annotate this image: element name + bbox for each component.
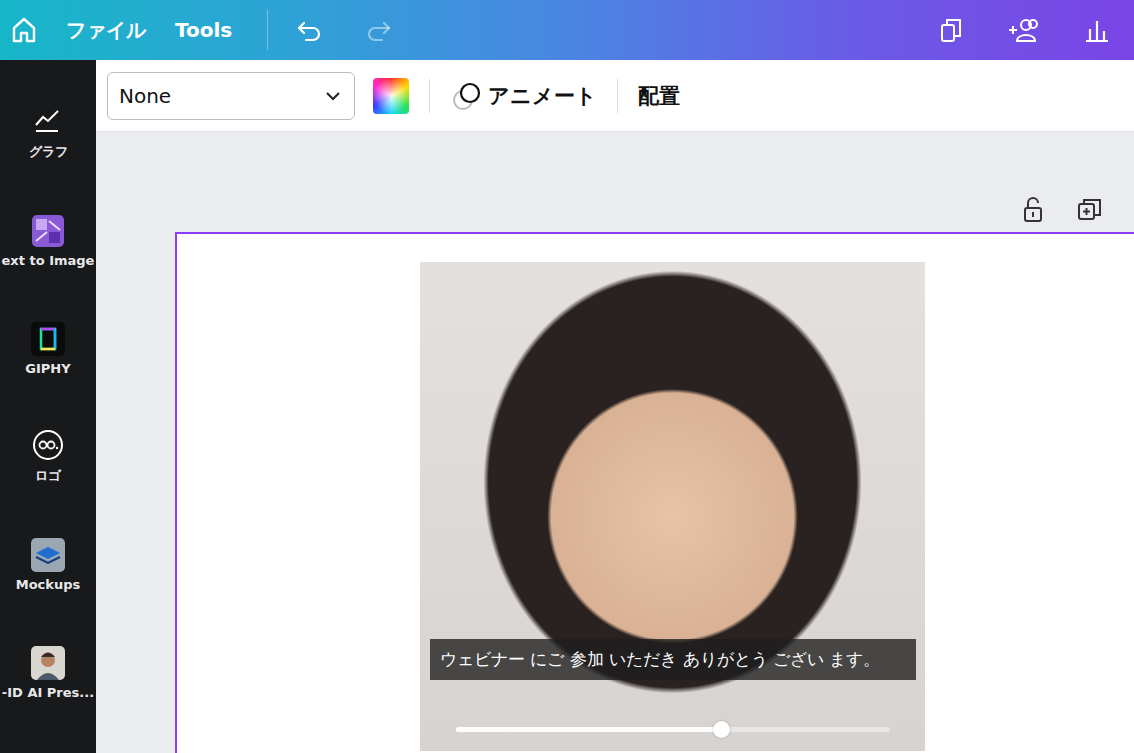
- progress-thumb[interactable]: [713, 721, 730, 738]
- animate-label[interactable]: アニメート: [488, 82, 597, 110]
- design-page: ウェビナー にご 参加 いただき ありがとう ござい ます。: [175, 232, 1134, 753]
- graph-icon[interactable]: [30, 103, 66, 139]
- redo-icon: [364, 15, 394, 45]
- sidebar-item[interactable]: GIPHY: [0, 294, 96, 402]
- undo-icon[interactable]: [294, 15, 324, 45]
- menu-bar: ファイルTools: [66, 17, 261, 44]
- duplicate-page-icon[interactable]: [1076, 196, 1104, 224]
- sidebar-item[interactable]: ロゴ: [0, 402, 96, 510]
- menu-item[interactable]: Tools: [175, 18, 261, 42]
- home-button[interactable]: [0, 15, 48, 45]
- divider: [617, 79, 618, 113]
- effect-dropdown[interactable]: None: [107, 72, 355, 120]
- unlock-icon[interactable]: [1020, 196, 1046, 224]
- toolbar: None アニメート 配置: [96, 60, 1134, 132]
- progress-track[interactable]: [456, 727, 890, 732]
- arrange-button[interactable]: 配置: [638, 82, 680, 110]
- insights-icon[interactable]: [1082, 15, 1112, 45]
- sidebar-label[interactable]: グラフ: [29, 143, 68, 161]
- presenter-icon[interactable]: [30, 645, 66, 681]
- sidebar-item[interactable]: -ID AI Pres...: [0, 618, 96, 726]
- mockups-icon[interactable]: [30, 537, 66, 573]
- color-picker[interactable]: [373, 78, 409, 114]
- divider: [267, 10, 268, 50]
- chevron-down-icon[interactable]: [324, 87, 342, 105]
- sidebar-label[interactable]: -ID AI Pres...: [2, 685, 94, 700]
- sidebar-item[interactable]: ext to Image: [0, 186, 96, 294]
- sidebar-label[interactable]: Mockups: [16, 577, 81, 592]
- sidebar: グラフ ext to Image GIPHY ロゴ Mockups -ID AI Pres…: [0, 60, 96, 753]
- animate-icon[interactable]: [450, 81, 484, 111]
- menu-item[interactable]: ファイル: [66, 17, 175, 44]
- home-icon[interactable]: [9, 15, 39, 45]
- pages-icon[interactable]: [936, 15, 966, 45]
- animate-button[interactable]: アニメート: [450, 81, 597, 111]
- sidebar-item[interactable]: グラフ: [0, 78, 96, 186]
- workspace: None アニメート 配置ウェビナー にご 参加 いただき ありがとう ござい ます…: [96, 60, 1134, 753]
- logo-icon[interactable]: [30, 427, 66, 463]
- text-to-image-icon[interactable]: [30, 213, 66, 249]
- sidebar-item[interactable]: Mockups: [0, 510, 96, 618]
- page-actions: [96, 196, 1134, 232]
- top-actions: [936, 15, 1112, 45]
- giphy-icon[interactable]: [30, 321, 66, 357]
- divider: [429, 79, 430, 113]
- share-people-icon[interactable]: [1006, 15, 1042, 45]
- dropdown-value[interactable]: None: [119, 84, 171, 108]
- video-caption: ウェビナー にご 参加 いただき ありがとう ござい ます。: [430, 639, 916, 680]
- progress-fill: [456, 727, 721, 732]
- history-controls: [294, 15, 394, 45]
- top-bar: ファイルTools: [0, 0, 1134, 60]
- presenter-video[interactable]: ウェビナー にご 参加 いただき ありがとう ござい ます。: [420, 262, 925, 751]
- sidebar-label[interactable]: GIPHY: [25, 361, 70, 376]
- canvas-area: ウェビナー にご 参加 いただき ありがとう ござい ます。: [96, 132, 1134, 753]
- sidebar-label[interactable]: ext to Image: [2, 253, 95, 268]
- editor-body: グラフ ext to Image GIPHY ロゴ Mockups -ID AI Pres…: [0, 60, 1134, 753]
- sidebar-label[interactable]: ロゴ: [35, 467, 61, 485]
